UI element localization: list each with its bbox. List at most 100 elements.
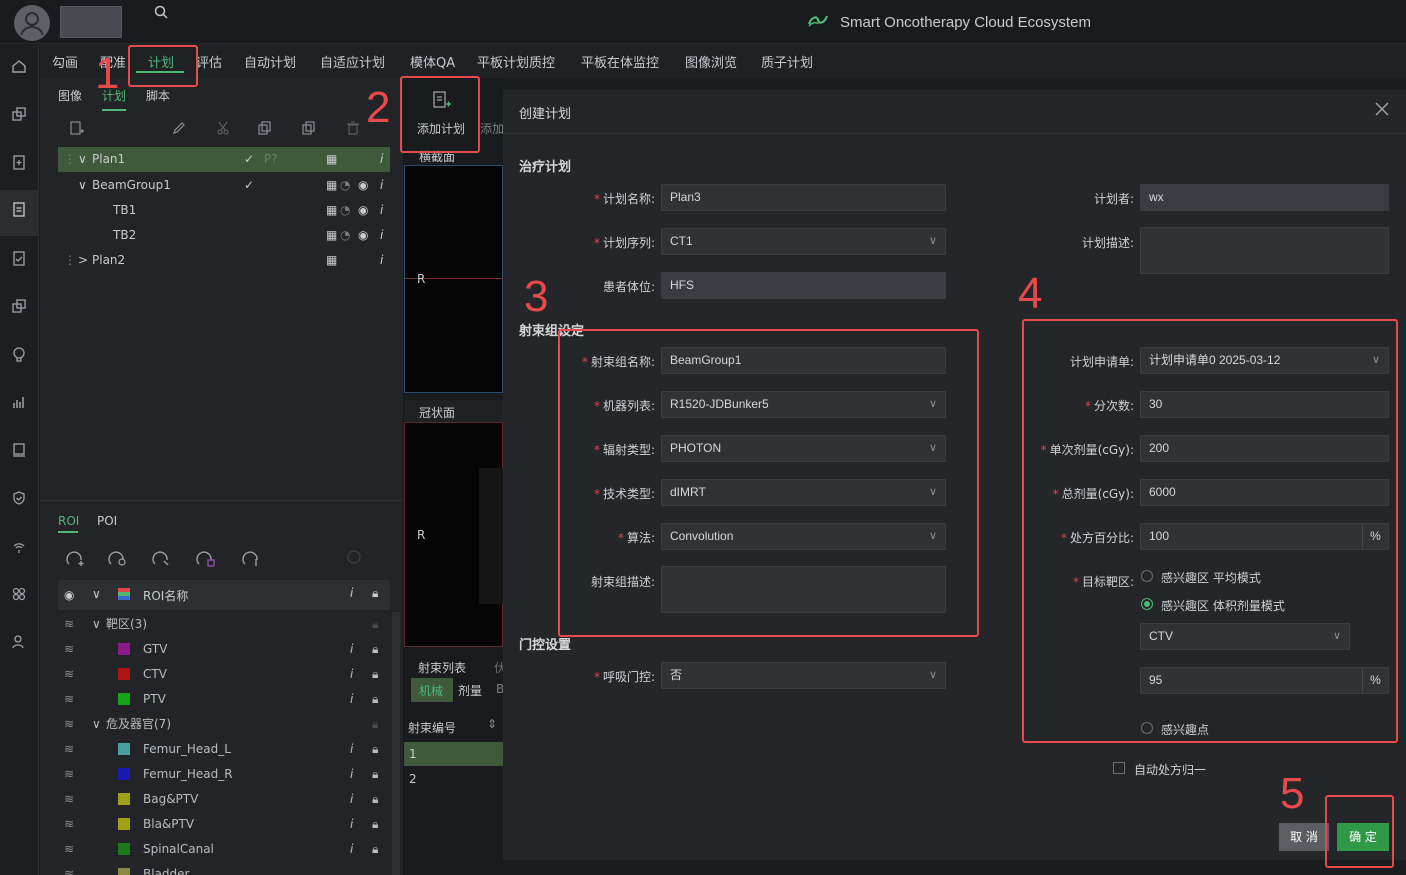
tab-mechanical[interactable]: 机械: [411, 678, 453, 702]
refresh-icon[interactable]: [346, 549, 362, 569]
eye-icon[interactable]: ◉: [358, 223, 368, 248]
copy-icon[interactable]: [258, 121, 272, 139]
grid-icon[interactable]: [7, 586, 31, 610]
prescription-icon[interactable]: P?: [264, 147, 278, 172]
clipboard-icon[interactable]: [0, 190, 38, 236]
menu-item-adaptive-plan[interactable]: 自适应计划: [320, 52, 385, 71]
roi-group-oar[interactable]: ≋ ∨ 危及器官(7) 🔒︎: [58, 712, 390, 737]
chart-icon[interactable]: [7, 394, 31, 418]
clipboard-plus-icon[interactable]: [7, 154, 31, 178]
dose-icon[interactable]: ◔: [340, 223, 350, 248]
roi-row-bag-ptv[interactable]: ≋ Bag&PTV i 🔒︎: [58, 787, 390, 812]
delete-icon[interactable]: [346, 121, 360, 139]
menu-item-image-browse[interactable]: 图像浏览: [685, 52, 737, 71]
roi-group-target[interactable]: ≋ ∨ 靶区(3) 🔒︎: [58, 612, 390, 637]
roi-scrollbar[interactable]: [392, 612, 400, 875]
info-icon[interactable]: i: [350, 762, 353, 787]
roi-row-femur-head-l[interactable]: ≋ Femur_Head_L i 🔒︎: [58, 737, 390, 762]
respiratory-gating-select[interactable]: 否 ∨: [661, 662, 946, 689]
info-icon[interactable]: i: [380, 173, 383, 198]
roi-row-ptv[interactable]: ≋ PTV i 🔒︎: [58, 687, 390, 712]
info-icon[interactable]: i: [350, 812, 353, 837]
lock-icon[interactable]: 🔒︎: [372, 837, 378, 862]
lock-icon[interactable]: 🔒︎: [372, 812, 378, 837]
info-icon[interactable]: i: [350, 637, 353, 662]
eye-closed-icon[interactable]: ≋: [64, 837, 74, 862]
plan-description-textarea[interactable]: [1140, 227, 1389, 274]
chevron-down-icon[interactable]: ∨: [92, 712, 101, 737]
close-icon[interactable]: [1375, 100, 1389, 121]
lock-icon[interactable]: 🔒︎: [372, 762, 378, 787]
home-icon[interactable]: [7, 58, 31, 82]
info-icon[interactable]: i: [350, 687, 353, 712]
roi-tool-4-icon[interactable]: [196, 549, 216, 571]
drag-handle-icon[interactable]: ⋮: [64, 147, 76, 172]
calculator-icon[interactable]: ▦: [326, 248, 337, 273]
menu-item-evaluate[interactable]: 评估: [196, 52, 222, 71]
calculator-icon[interactable]: ▦: [326, 147, 337, 172]
lock-icon[interactable]: 🔒︎: [372, 737, 378, 762]
roi-tool-2-icon[interactable]: [108, 549, 128, 571]
coronal-view[interactable]: R: [404, 422, 504, 647]
menu-item-contour[interactable]: 勾画: [52, 52, 78, 71]
eye-closed-icon[interactable]: ≋: [64, 862, 74, 875]
eye-icon[interactable]: ◉: [358, 198, 368, 223]
chevron-right-icon[interactable]: >: [78, 248, 88, 273]
tree-row-plan1[interactable]: ⋮ ∨ Plan1 ✓ P? ▦ i: [58, 147, 390, 172]
roi-color-swatch[interactable]: [118, 843, 130, 855]
new-plan-icon[interactable]: [70, 121, 84, 139]
eye-closed-icon[interactable]: ≋: [64, 812, 74, 837]
calculator-icon[interactable]: ▦: [326, 198, 337, 223]
clipboard-check-icon[interactable]: [7, 250, 31, 274]
tree-row-plan2[interactable]: ⋮ > Plan2 ▦ i: [58, 248, 390, 273]
roi-tool-3-icon[interactable]: [152, 549, 172, 571]
edit-icon[interactable]: [172, 121, 186, 139]
eye-closed-icon[interactable]: ≋: [64, 637, 74, 662]
username-box[interactable]: [60, 6, 122, 38]
menu-item-auto-plan[interactable]: 自动计划: [244, 52, 296, 71]
roi-color-swatch[interactable]: [118, 768, 130, 780]
info-icon[interactable]: i: [350, 787, 353, 812]
chevron-down-icon[interactable]: ∨: [78, 147, 87, 172]
menu-item-phantom-qa[interactable]: 模体QA: [410, 52, 455, 71]
menu-item-panel-invivo[interactable]: 平板在体监控: [581, 52, 659, 71]
sort-icon[interactable]: ⇕: [487, 717, 497, 731]
signal-icon[interactable]: [7, 538, 31, 562]
add-button-partial[interactable]: 添加: [480, 120, 504, 137]
lock-icon[interactable]: 🔒︎: [372, 612, 378, 637]
user-avatar-icon[interactable]: [14, 5, 50, 41]
roi-color-swatch[interactable]: [118, 868, 130, 875]
roi-tool-5-icon[interactable]: [242, 549, 262, 571]
info-icon[interactable]: i: [350, 662, 353, 687]
chevron-down-icon[interactable]: ∨: [92, 587, 101, 601]
tab-script[interactable]: 脚本: [146, 87, 170, 104]
chevron-down-icon[interactable]: ∨: [78, 173, 87, 198]
eye-closed-icon[interactable]: ≋: [64, 762, 74, 787]
beam-row-selected[interactable]: 1: [404, 742, 503, 766]
chevron-down-icon[interactable]: ∨: [92, 612, 101, 637]
eye-closed-icon[interactable]: ≋: [64, 687, 74, 712]
lock-icon[interactable]: 🔒︎: [372, 787, 378, 812]
eye-icon[interactable]: ◉: [64, 588, 74, 602]
tab-roi[interactable]: ROI: [58, 514, 79, 528]
tree-row-tb1[interactable]: TB1 ▦ ◔ ◉ i: [58, 198, 390, 223]
info-icon[interactable]: i: [380, 147, 383, 172]
head-icon[interactable]: [7, 346, 31, 370]
lock-icon[interactable]: 🔒︎: [372, 712, 378, 737]
calculator-icon[interactable]: ▦: [326, 173, 337, 198]
roi-color-swatch[interactable]: [118, 743, 130, 755]
eye-closed-icon[interactable]: ≋: [64, 662, 74, 687]
roi-color-swatch[interactable]: [118, 793, 130, 805]
dose-icon[interactable]: ◔: [340, 173, 350, 198]
tab-dose[interactable]: 剂量: [458, 682, 482, 699]
cut-icon[interactable]: [216, 121, 230, 139]
tab-poi[interactable]: POI: [97, 514, 117, 528]
shield-icon[interactable]: [7, 490, 31, 514]
roi-color-swatch[interactable]: [118, 818, 130, 830]
info-icon[interactable]: i: [380, 248, 383, 273]
lock-icon[interactable]: 🔒︎: [372, 586, 378, 601]
copy-icon[interactable]: [7, 298, 31, 322]
cancel-button[interactable]: 取 消: [1279, 823, 1329, 851]
add-roi-icon[interactable]: [66, 549, 86, 571]
info-icon[interactable]: i: [350, 837, 353, 862]
